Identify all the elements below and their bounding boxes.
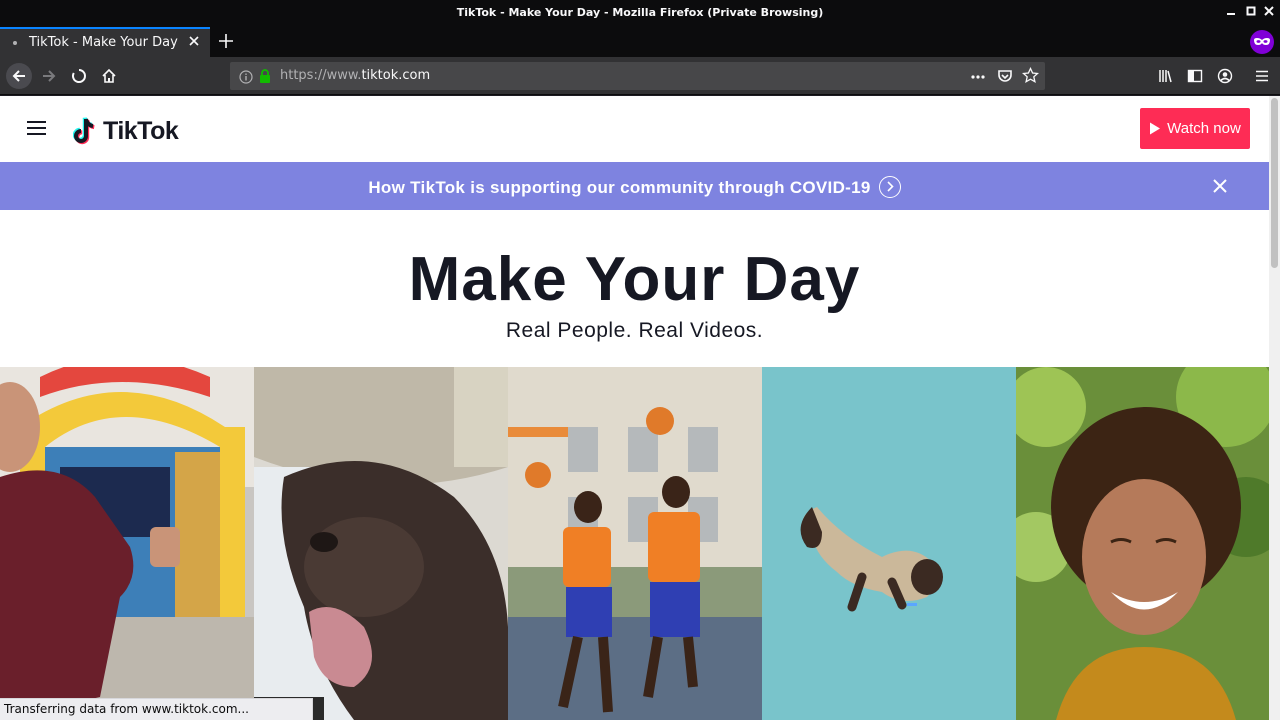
hamburger-menu-icon[interactable] bbox=[27, 120, 47, 136]
close-icon[interactable] bbox=[1211, 177, 1229, 195]
video-grid bbox=[0, 367, 1269, 720]
logo-text: TikTok bbox=[103, 116, 179, 145]
private-browsing-mask-icon bbox=[1250, 30, 1274, 54]
scrollbar-thumb[interactable] bbox=[1271, 98, 1278, 268]
tiktok-note-icon bbox=[73, 117, 95, 145]
video-thumbnail-cat[interactable] bbox=[762, 367, 1016, 720]
tiktok-logo[interactable]: TikTok bbox=[73, 115, 179, 147]
watch-now-label: Watch now bbox=[1167, 120, 1241, 137]
banner-text: How TikTok is supporting our community t… bbox=[368, 178, 871, 197]
home-icon[interactable] bbox=[96, 63, 122, 89]
url-text: https://www.tiktok.com bbox=[280, 68, 430, 83]
tab-strip: TikTok - Make Your Day bbox=[0, 27, 1280, 57]
page-viewport: TikTok Watch now How TikTok is supportin… bbox=[0, 96, 1269, 720]
account-icon[interactable] bbox=[1212, 63, 1238, 89]
hero-subtitle: Real People. Real Videos. bbox=[505, 319, 764, 342]
back-arrow-icon[interactable] bbox=[6, 63, 32, 89]
status-bar: Transferring data from www.tiktok.com... bbox=[0, 698, 313, 720]
lock-icon[interactable] bbox=[258, 68, 272, 88]
sidebar-icon[interactable] bbox=[1182, 63, 1208, 89]
chevron-circle-right-icon bbox=[878, 176, 901, 198]
url-prefix: https://www. bbox=[280, 68, 362, 83]
window-title: TikTok - Make Your Day - Mozilla Firefox… bbox=[456, 6, 824, 19]
video-thumbnail-basketball[interactable] bbox=[508, 367, 762, 720]
window-titlebar: TikTok - Make Your Day - Mozilla Firefox… bbox=[0, 0, 1280, 27]
navigation-toolbar: https://www.tiktok.com bbox=[0, 57, 1280, 95]
watch-now-button[interactable]: Watch now bbox=[1140, 108, 1250, 149]
video-thumbnail-animal[interactable] bbox=[254, 367, 508, 720]
covid-banner-link[interactable]: How TikTok is supporting our community t… bbox=[0, 176, 1269, 198]
info-icon[interactable] bbox=[239, 69, 253, 88]
covid-banner[interactable]: How TikTok is supporting our community t… bbox=[0, 162, 1269, 210]
minimize-icon[interactable] bbox=[1223, 5, 1239, 21]
url-domain: tiktok.com bbox=[361, 68, 431, 83]
close-window-icon[interactable] bbox=[1261, 5, 1277, 21]
url-bar[interactable]: https://www.tiktok.com bbox=[230, 62, 1045, 90]
pocket-icon[interactable] bbox=[997, 68, 1013, 88]
page-scrollbar[interactable] bbox=[1269, 96, 1280, 720]
menu-icon[interactable] bbox=[1249, 63, 1275, 89]
tab-loading-icon bbox=[13, 41, 17, 45]
bookmark-star-icon[interactable] bbox=[1021, 66, 1040, 88]
play-icon bbox=[1150, 122, 1161, 135]
new-tab-button[interactable] bbox=[216, 30, 236, 52]
tab-tiktok[interactable]: TikTok - Make Your Day bbox=[0, 27, 210, 57]
page-actions-icon[interactable] bbox=[970, 69, 986, 88]
video-thumbnail-stage[interactable] bbox=[0, 367, 254, 720]
maximize-icon[interactable] bbox=[1243, 5, 1259, 21]
video-thumbnail-woman[interactable] bbox=[1016, 367, 1269, 720]
tab-close-icon[interactable] bbox=[186, 34, 202, 50]
stop-loading-icon[interactable] bbox=[66, 63, 92, 89]
library-icon[interactable] bbox=[1153, 63, 1179, 89]
tab-label: TikTok - Make Your Day bbox=[29, 35, 178, 50]
forward-arrow-icon[interactable] bbox=[36, 63, 62, 89]
hero-title: Make Your Day bbox=[408, 245, 861, 314]
site-header: TikTok Watch now bbox=[0, 96, 1269, 162]
